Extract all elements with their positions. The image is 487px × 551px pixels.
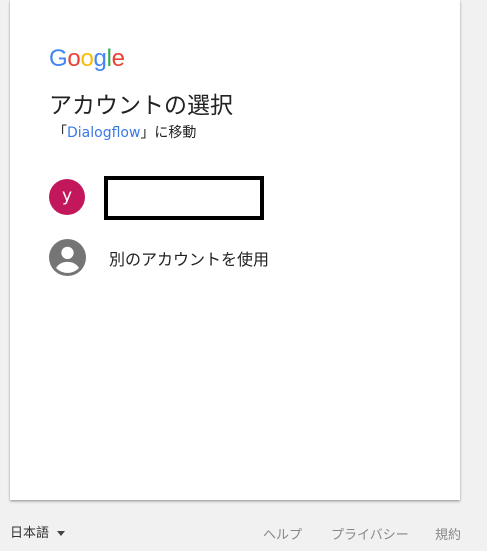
page-title: アカウントの選択 [49,93,233,119]
logo-letter-o1: o [67,45,81,72]
logo-letter-e: e [111,45,125,72]
help-link[interactable]: ヘルプ [263,524,302,543]
account-item[interactable]: y [49,176,449,220]
privacy-link[interactable]: プライバシー [331,524,409,543]
page-subtitle: 「Dialogflow」に移動 [53,122,196,142]
logo-letter-o2: o [80,45,94,72]
logo-letter-g2: g [93,45,107,72]
language-label: 日本語 [10,526,50,541]
use-another-account-label: 別のアカウントを使用 [109,250,270,269]
subtitle-prefix: 「 [53,125,67,141]
avatar: y [49,179,85,215]
redacted-email-box [104,176,264,220]
google-logo: Google [49,44,125,74]
app-name-link: Dialogflow [67,125,141,141]
account-chooser-card: Google アカウントの選択 「Dialogflow」に移動 y 別のアカウン… [10,0,460,500]
footer: 日本語 ヘルプ プライバシー 規約 [0,520,487,544]
logo-letter-g: G [49,45,68,72]
caret-down-icon [57,531,66,536]
terms-link[interactable]: 規約 [435,524,461,543]
subtitle-suffix: 」に移動 [140,125,197,141]
language-selector[interactable]: 日本語 [10,522,66,541]
account-circle-icon [49,239,86,276]
use-another-account-button[interactable]: 別のアカウントを使用 [49,236,449,280]
